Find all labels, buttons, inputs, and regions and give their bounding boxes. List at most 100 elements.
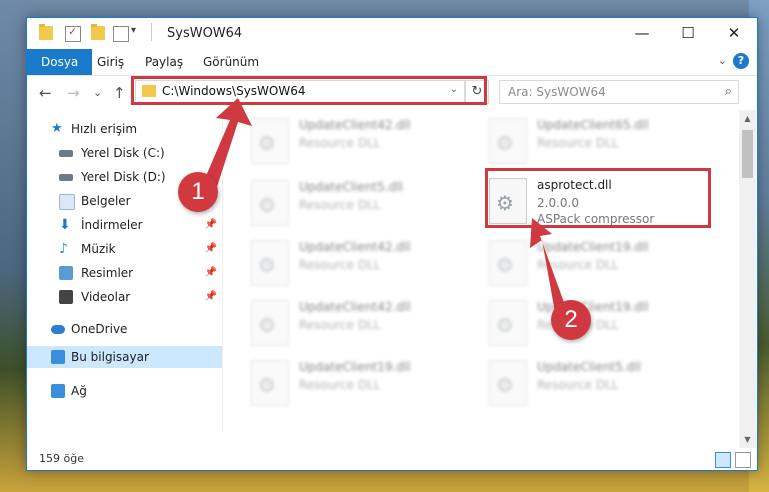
downloads-icon: ⬇: [59, 217, 71, 233]
callout-2: 2: [551, 300, 591, 340]
help-icon[interactable]: ?: [733, 53, 749, 69]
back-button[interactable]: ←: [39, 84, 52, 102]
sidebar-item-label: Müzik: [81, 242, 116, 256]
sidebar-item-label: Yerel Disk (C:): [81, 146, 165, 160]
sidebar-item-ag[interactable]: Ağ: [27, 380, 222, 402]
vertical-scrollbar[interactable]: ▲ ▼: [739, 110, 756, 448]
sidebar-item-quick-access[interactable]: ★ Hızlı erişim: [27, 118, 222, 140]
sidebar-item-bu-bilgisayar[interactable]: Bu bilgisayar: [27, 346, 222, 368]
search-placeholder: Ara: SysWOW64: [508, 85, 606, 99]
close-button[interactable]: ✕: [711, 18, 757, 49]
large-icons-view-icon[interactable]: [735, 452, 751, 468]
sidebar-item-onedrive[interactable]: OneDrive: [27, 318, 222, 340]
file-name: UpdateClient65.dll: [537, 118, 649, 132]
tab-paylas[interactable]: Paylaş: [135, 49, 193, 75]
file-item[interactable]: UpdateClient19.dll Resource DLL: [489, 236, 699, 292]
file-description: Resource DLL: [537, 378, 619, 392]
file-item[interactable]: UpdateClient65.dll Resource DLL: [489, 114, 699, 170]
title-bar: ✓ ▾ SysWOW64 — ☐ ✕: [27, 18, 757, 49]
documents-icon: [59, 194, 75, 210]
dll-file-icon: [489, 118, 527, 164]
file-name: UpdateClient42.dll: [299, 300, 411, 314]
sidebar-item-label: İndirmeler: [81, 218, 143, 232]
search-icon[interactable]: ⌕: [725, 84, 732, 99]
drive-icon: [59, 150, 73, 157]
dll-file-icon: [251, 180, 289, 226]
window-title: SysWOW64: [167, 26, 243, 41]
properties-icon[interactable]: ✓: [65, 25, 81, 42]
search-input[interactable]: Ara: SysWOW64 ⌕: [499, 80, 739, 104]
navigation-bar: ← → ⌄ ↑ C:\Windows\SysWOW64 ⌄ ↻ Ara: Sys…: [27, 76, 757, 108]
file-name: UpdateClient42.dll: [299, 240, 411, 254]
file-explorer-window: ✓ ▾ SysWOW64 — ☐ ✕ Dosya Giriş Paylaş Gö…: [26, 17, 758, 471]
dll-file-icon: [251, 118, 289, 164]
file-description: Resource DLL: [299, 378, 381, 392]
sidebar-item-disk-c[interactable]: Yerel Disk (C:): [27, 142, 222, 164]
qa-dropdown-icon[interactable]: ▾: [131, 25, 136, 36]
file-name: UpdateClient5.dll: [537, 360, 641, 374]
scrollbar-thumb[interactable]: [742, 130, 753, 178]
sidebar-item-label: Hızlı erişim: [71, 122, 138, 136]
maximize-button[interactable]: ☐: [665, 18, 711, 49]
dll-file-icon: [489, 300, 527, 346]
file-description: Resource DLL: [299, 136, 381, 150]
callout-1: 1: [178, 172, 218, 212]
sidebar-item-label: Yerel Disk (D:): [81, 170, 166, 184]
sidebar-item-label: Bu bilgisayar: [71, 350, 149, 364]
expand-ribbon-icon[interactable]: ⌄: [718, 54, 727, 67]
up-button[interactable]: ↑: [113, 84, 126, 102]
file-description: Resource DLL: [537, 258, 619, 272]
file-name: UpdateClient19.dll: [299, 360, 411, 374]
forward-button[interactable]: →: [67, 84, 80, 102]
videos-icon: [59, 290, 73, 304]
sidebar-item-label: Resimler: [81, 266, 134, 280]
file-highlight-box: [485, 168, 711, 228]
drive-icon: [59, 174, 73, 181]
navigation-pane: ★ Hızlı erişim Yerel Disk (C:) Yerel Dis…: [27, 110, 223, 432]
scroll-up-arrow-icon[interactable]: ▲: [739, 110, 756, 127]
sidebar-item-muzik[interactable]: ♪ Müzik 📌: [27, 238, 222, 260]
pin-icon[interactable]: 📌: [205, 262, 217, 284]
recent-locations-button[interactable]: ⌄: [93, 86, 102, 99]
file-item[interactable]: UpdateClient42.dll Resource DLL: [251, 236, 461, 292]
file-description: Resource DLL: [299, 258, 381, 272]
file-name: UpdateClient5.dll: [299, 180, 403, 194]
dll-file-icon: [251, 300, 289, 346]
customize-toolbar-icon[interactable]: [113, 26, 129, 42]
address-highlight-box: [131, 76, 487, 105]
file-name: UpdateClient42.dll: [299, 118, 411, 132]
file-name: UpdateClient19.dll: [537, 240, 649, 254]
sidebar-item-videolar[interactable]: Videolar 📌: [27, 286, 222, 308]
details-view-icon[interactable]: [715, 452, 731, 468]
tab-dosya[interactable]: Dosya: [27, 49, 93, 75]
file-item[interactable]: UpdateClient42.dll Resource DLL: [251, 296, 461, 352]
file-item[interactable]: UpdateClient5.dll Resource DLL: [489, 356, 699, 412]
pin-icon[interactable]: 📌: [205, 214, 217, 236]
pin-icon[interactable]: 📌: [205, 286, 217, 308]
minimize-button[interactable]: —: [619, 18, 665, 49]
folder-icon: [39, 24, 53, 40]
new-folder-icon[interactable]: [91, 24, 105, 40]
dll-file-icon: [251, 360, 289, 406]
file-item[interactable]: UpdateClient42.dll Resource DLL: [251, 114, 461, 170]
sidebar-item-label: Videolar: [81, 290, 131, 304]
status-bar: 159 öğe: [27, 448, 757, 470]
pictures-icon: [59, 266, 73, 280]
sidebar-item-label: Ağ: [71, 384, 87, 398]
network-icon: [51, 384, 65, 398]
tab-gorunum[interactable]: Görünüm: [193, 49, 269, 75]
file-item[interactable]: UpdateClient19.dll Resource DLL: [489, 296, 699, 352]
cloud-icon: [51, 325, 65, 334]
file-description: Resource DLL: [537, 136, 619, 150]
file-list: UpdateClient42.dll Resource DLL UpdateCl…: [223, 110, 737, 432]
scroll-down-arrow-icon[interactable]: ▼: [739, 431, 756, 448]
ribbon-tabs: Dosya Giriş Paylaş Görünüm ⌄ ?: [27, 49, 757, 76]
file-item[interactable]: UpdateClient5.dll Resource DLL: [251, 176, 461, 232]
sidebar-item-resimler[interactable]: Resimler 📌: [27, 262, 222, 284]
file-description: Resource DLL: [299, 198, 381, 212]
tab-giris[interactable]: Giriş: [87, 49, 134, 75]
pin-icon[interactable]: 📌: [205, 238, 217, 260]
music-icon: ♪: [59, 241, 68, 257]
file-item[interactable]: UpdateClient19.dll Resource DLL: [251, 356, 461, 412]
sidebar-item-indirmeler[interactable]: ⬇ İndirmeler 📌: [27, 214, 222, 236]
